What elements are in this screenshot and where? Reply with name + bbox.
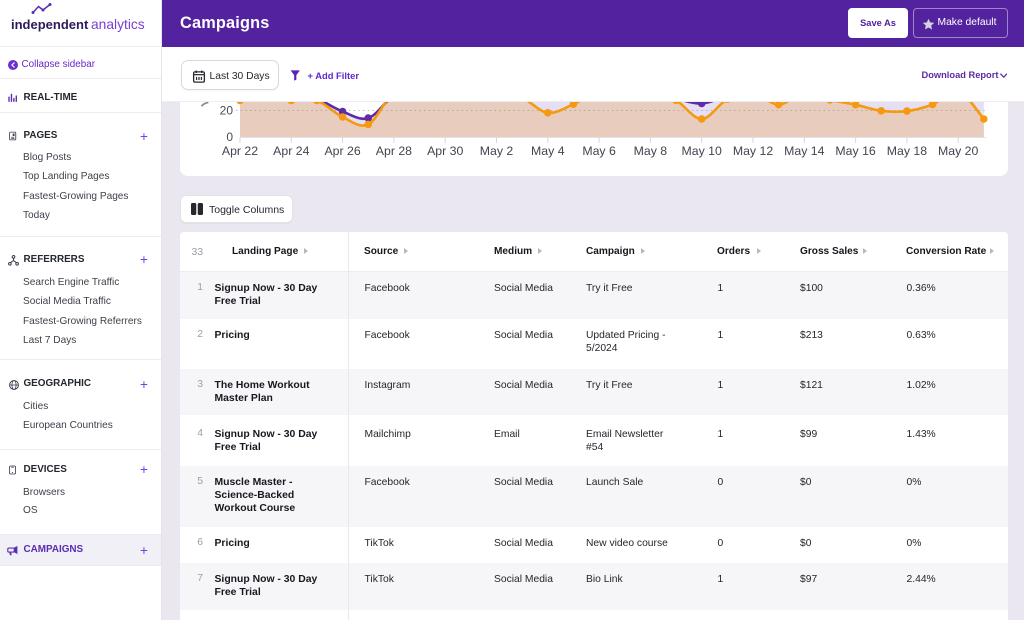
- svg-text:independent: independent: [11, 17, 89, 32]
- svg-text:20: 20: [220, 104, 234, 118]
- svg-text:Apr 30: Apr 30: [427, 144, 463, 158]
- svg-text:May 8: May 8: [634, 144, 668, 158]
- svg-text:May 2: May 2: [480, 144, 514, 158]
- svg-text:Apr 28: Apr 28: [376, 144, 412, 158]
- svg-text:May 14: May 14: [784, 144, 824, 158]
- svg-text:May 18: May 18: [887, 144, 927, 158]
- svg-text:May 12: May 12: [733, 144, 773, 158]
- svg-text:0: 0: [226, 130, 233, 144]
- svg-text:May 4: May 4: [531, 144, 565, 158]
- svg-text:analytics: analytics: [91, 17, 145, 32]
- svg-text:May 10: May 10: [682, 144, 722, 158]
- svg-text:May 6: May 6: [582, 144, 616, 158]
- svg-text:Apr 22: Apr 22: [222, 144, 258, 158]
- svg-text:Apr 24: Apr 24: [273, 144, 309, 158]
- svg-text:Apr 26: Apr 26: [324, 144, 360, 158]
- svg-text:May 16: May 16: [835, 144, 875, 158]
- svg-text:May 20: May 20: [938, 144, 978, 158]
